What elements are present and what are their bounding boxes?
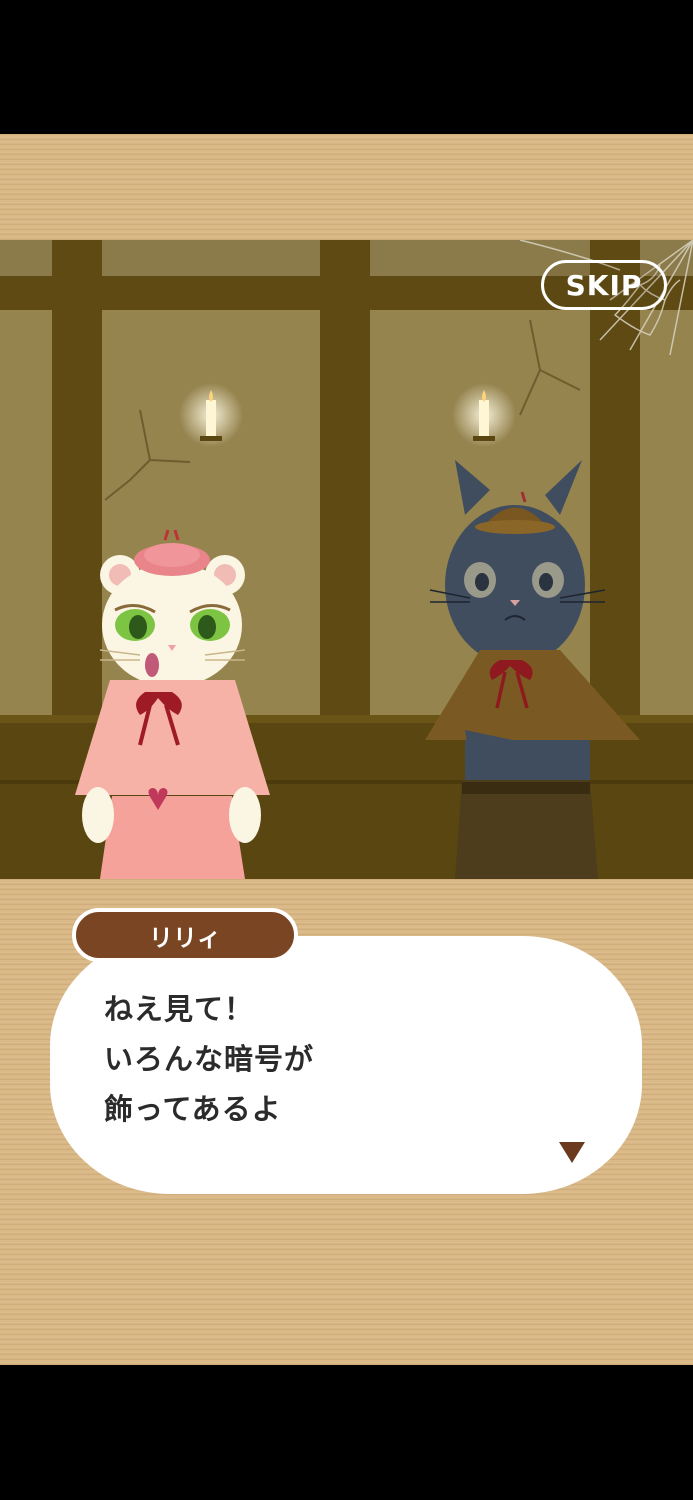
bottom-letterbox <box>0 1365 693 1500</box>
skip-button[interactable]: SKIP <box>541 260 667 310</box>
top-cardboard-strip <box>0 134 693 240</box>
top-letterbox <box>0 0 693 134</box>
lily-character <box>75 529 270 879</box>
dialogue-line-1: ねえ見て！ <box>104 992 255 1026</box>
dialogue-line-2: いろんな暗号が <box>104 1042 315 1076</box>
speaker-name-tag: リリィ <box>72 908 298 962</box>
triangle-down-icon[interactable] <box>557 1139 587 1165</box>
story-scene[interactable] <box>0 240 693 879</box>
dialogue-line-3: 飾ってあるよ <box>104 1092 282 1126</box>
